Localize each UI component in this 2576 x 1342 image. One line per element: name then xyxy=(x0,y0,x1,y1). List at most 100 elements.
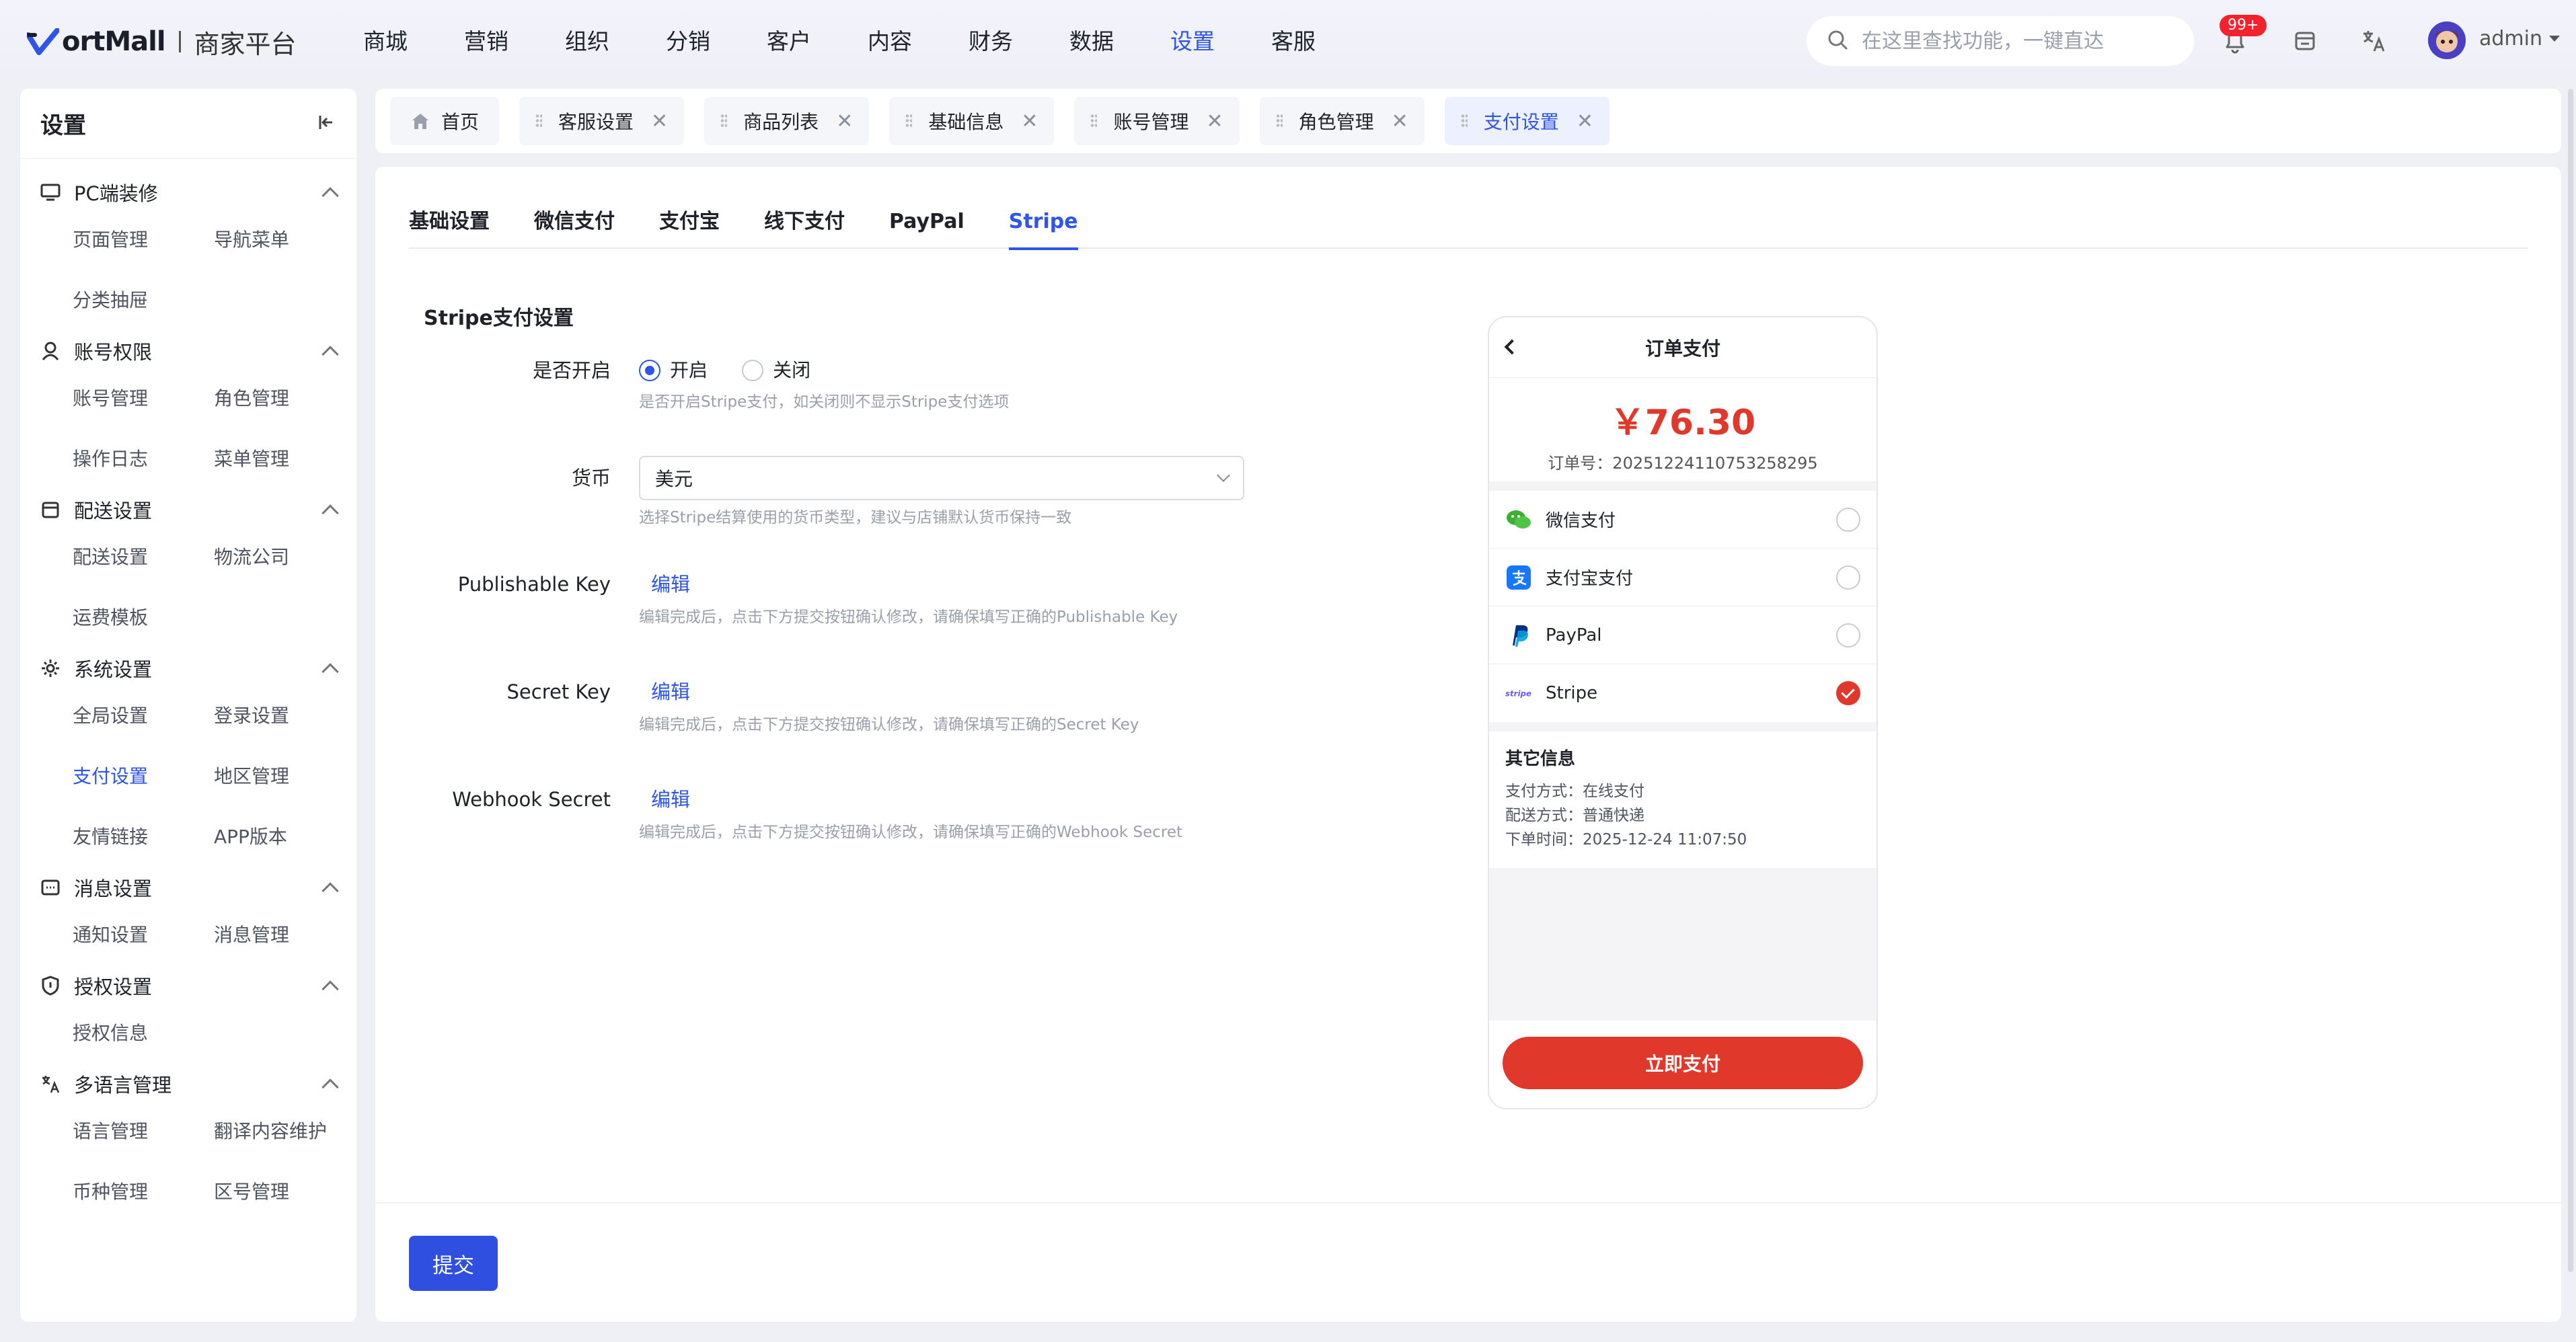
webhook-secret-control: 编辑 编辑完成后，点击下方提交按钮确认修改，请确保填写正确的Webhook Se… xyxy=(639,784,1182,842)
chevron-up-icon xyxy=(321,1078,339,1096)
sidebar-item-delivery-settings[interactable]: 配送设置 xyxy=(73,527,214,588)
edit-webhook-secret-link[interactable]: 编辑 xyxy=(639,788,690,811)
subtab-stripe[interactable]: Stripe xyxy=(1008,208,1078,250)
sidebar-item-logistics-company[interactable]: 物流公司 xyxy=(214,527,355,588)
close-icon[interactable]: ✕ xyxy=(1021,110,1038,133)
tab-home[interactable]: 首页 xyxy=(390,97,500,145)
tab-customer-service-settings[interactable]: 客服设置 ✕ xyxy=(519,97,685,145)
tab-label: 角色管理 xyxy=(1298,111,1374,133)
sidebar-item-nav-menu[interactable]: 导航菜单 xyxy=(214,210,355,270)
tab-product-list[interactable]: 商品列表 ✕ xyxy=(704,97,870,145)
field-help: 编辑完成后，点击下方提交按钮确认修改，请确保填写正确的Webhook Secre… xyxy=(639,824,1183,841)
sidebar-item-translation-maintenance[interactable]: 翻译内容维护 xyxy=(214,1101,355,1162)
sidebar-item-friend-links[interactable]: 友情链接 xyxy=(73,807,214,867)
sidebar-group-messages[interactable]: 消息设置 xyxy=(20,870,356,905)
sidebar-item-notification-settings[interactable]: 通知设置 xyxy=(73,905,214,965)
tab-payment-settings[interactable]: 支付设置 ✕ xyxy=(1444,97,1609,145)
nav-item-settings[interactable]: 设置 xyxy=(1170,24,1215,59)
drag-handle-icon[interactable] xyxy=(1460,114,1468,128)
nav-item-content[interactable]: 内容 xyxy=(868,24,912,59)
subtab-basic-settings[interactable]: 基础设置 xyxy=(409,208,490,249)
radio-label: 关闭 xyxy=(773,359,811,381)
language-icon[interactable] xyxy=(2358,26,2389,56)
subtab-wechat-pay[interactable]: 微信支付 xyxy=(534,208,615,249)
nav-item-marketing[interactable]: 营销 xyxy=(464,24,508,59)
sidebar-item-authorization-info[interactable]: 授权信息 xyxy=(73,1003,214,1064)
sidebar-group-multilanguage[interactable]: 多语言管理 xyxy=(20,1066,356,1101)
preview-order-number: 订单号：20251224110753258295 xyxy=(1548,454,1818,473)
sidebar-item-shipping-template[interactable]: 运费模板 xyxy=(73,588,214,648)
sidebar-item-region-management[interactable]: 地区管理 xyxy=(214,746,355,807)
close-icon[interactable]: ✕ xyxy=(1392,110,1408,133)
sidebar-item-role-management[interactable]: 角色管理 xyxy=(214,368,355,429)
close-icon[interactable]: ✕ xyxy=(1577,110,1593,133)
nav-item-organization[interactable]: 组织 xyxy=(565,24,609,59)
other-info-line: 下单时间：2025-12-24 11:07:50 xyxy=(1505,831,1747,848)
sidebar-item-operation-log[interactable]: 操作日志 xyxy=(73,429,214,489)
edit-publishable-key-link[interactable]: 编辑 xyxy=(639,573,690,596)
radio-enable-off[interactable]: 关闭 xyxy=(742,355,810,386)
tab-basic-info[interactable]: 基础信息 ✕ xyxy=(889,97,1055,145)
page-scrollbar[interactable] xyxy=(2568,89,2573,1272)
sidebar-item-message-management[interactable]: 消息管理 xyxy=(214,905,355,965)
global-search[interactable] xyxy=(1807,16,2194,66)
sidebar-item-language-management[interactable]: 语言管理 xyxy=(73,1101,214,1162)
collapse-sidebar-icon[interactable] xyxy=(316,112,336,135)
drag-handle-icon[interactable] xyxy=(535,114,543,128)
nav-item-distribution[interactable]: 分销 xyxy=(666,24,710,59)
sidebar-item-category-drawer[interactable]: 分类抽屉 xyxy=(73,270,214,331)
chevron-down-icon xyxy=(1217,469,1230,482)
sidebar-group-authorization[interactable]: 授权设置 xyxy=(20,968,356,1003)
edit-secret-key-link[interactable]: 编辑 xyxy=(639,680,690,703)
drag-handle-icon[interactable] xyxy=(1090,114,1098,128)
avatar[interactable] xyxy=(2428,22,2466,59)
tab-label: 首页 xyxy=(441,111,480,133)
sidebar-group-account-permissions[interactable]: 账号权限 xyxy=(20,333,356,368)
tab-label: 支付设置 xyxy=(1483,111,1559,133)
sidebar-item-menu-management[interactable]: 菜单管理 xyxy=(214,429,355,489)
tab-role-management[interactable]: 角色管理 ✕ xyxy=(1259,97,1425,145)
sidebar-group-pc-decoration[interactable]: PC端装修 xyxy=(20,175,356,210)
sidebar-item-payment-settings[interactable]: 支付设置 xyxy=(73,746,214,807)
sidebar-item-app-version[interactable]: APP版本 xyxy=(214,807,355,867)
search-input[interactable] xyxy=(1862,29,2185,53)
submit-button[interactable]: 提交 xyxy=(409,1236,498,1291)
close-icon[interactable]: ✕ xyxy=(651,110,668,133)
sidebar-item-account-management[interactable]: 账号管理 xyxy=(73,368,214,429)
nav-item-data[interactable]: 数据 xyxy=(1069,24,1114,59)
preview-method-alipay: 支付宝支付 xyxy=(1489,549,1877,606)
drag-handle-icon[interactable] xyxy=(1275,114,1283,128)
method-label: PayPal xyxy=(1546,625,1602,645)
subtab-paypal[interactable]: PayPal xyxy=(889,208,964,249)
chevron-up-icon xyxy=(321,663,339,680)
nav-item-mall[interactable]: 商城 xyxy=(363,24,408,59)
preview-method-stripe: stripe Stripe xyxy=(1489,664,1877,722)
nav-item-customers[interactable]: 客户 xyxy=(767,24,811,59)
sidebar-item-area-code-management[interactable]: 区号管理 xyxy=(214,1162,355,1222)
nav-item-finance[interactable]: 财务 xyxy=(969,24,1013,59)
sidebar-item-currency-management[interactable]: 币种管理 xyxy=(73,1162,214,1222)
drag-handle-icon[interactable] xyxy=(905,114,913,128)
top-bar: ortMall 商家平台 商城 营销 组织 分销 客户 内容 财务 数据 设置 … xyxy=(0,0,2576,82)
page-tabs: 首页 客服设置 ✕ 商品列表 ✕ 基础信息 ✕ 账号管理 ✕ 角色管理 ✕ 支付… xyxy=(375,89,2561,153)
close-icon[interactable]: ✕ xyxy=(836,110,853,133)
sidebar-group-system[interactable]: 系统设置 xyxy=(20,651,356,686)
logo-divider xyxy=(178,31,181,52)
currency-select[interactable]: 美元 xyxy=(639,456,1244,500)
close-icon[interactable]: ✕ xyxy=(1207,110,1223,133)
logo[interactable]: ortMall 商家平台 xyxy=(26,23,297,61)
sidebar-item-global-settings[interactable]: 全局设置 xyxy=(73,686,214,746)
sidebar-item-login-settings[interactable]: 登录设置 xyxy=(214,686,355,746)
tab-account-management[interactable]: 账号管理 ✕ xyxy=(1074,97,1240,145)
sidebar-item-page-management[interactable]: 页面管理 xyxy=(73,210,214,270)
drag-handle-icon[interactable] xyxy=(720,114,728,128)
nav-item-support[interactable]: 客服 xyxy=(1271,24,1316,59)
user-menu[interactable]: admin xyxy=(2479,27,2560,50)
store-icon[interactable] xyxy=(2289,26,2320,56)
sidebar: 设置 PC端装修 页面管理 导航菜单 分类抽屉 账号权限 账号管理 角色管理 操… xyxy=(20,89,356,1322)
preview-amount-block: ￥76.30 订单号：20251224110753258295 xyxy=(1489,378,1877,481)
radio-enable-on[interactable]: 开启 xyxy=(639,355,708,386)
subtab-alipay[interactable]: 支付宝 xyxy=(659,208,720,249)
sidebar-group-delivery[interactable]: 配送设置 xyxy=(20,492,356,527)
subtab-offline-pay[interactable]: 线下支付 xyxy=(764,208,845,249)
